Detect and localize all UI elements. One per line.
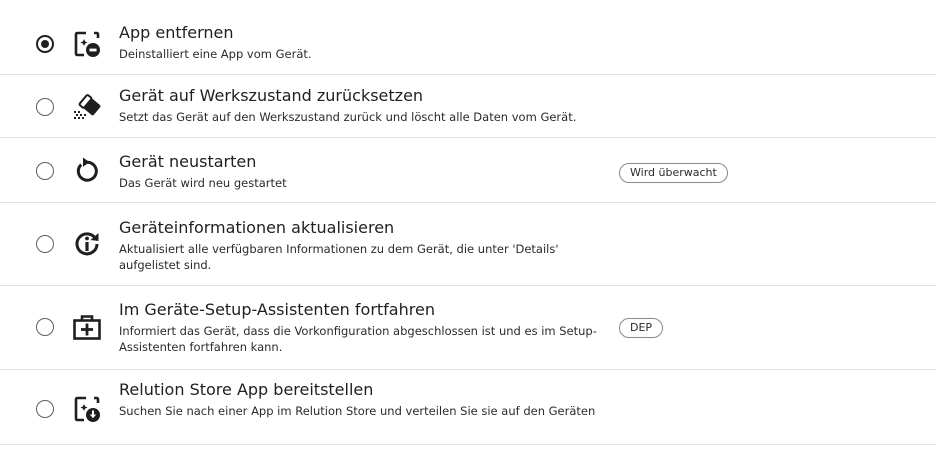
app-remove-icon — [71, 28, 103, 60]
action-row-app-entfernen[interactable]: App entfernen Deinstalliert eine App vom… — [0, 0, 936, 75]
action-title: Relution Store App bereitstellen — [119, 380, 374, 399]
action-row-neustarten[interactable]: Gerät neustarten Das Gerät wird neu gest… — [0, 138, 936, 203]
action-title: Gerät auf Werkszustand zurücksetzen — [119, 86, 424, 105]
radio-setup-assistent[interactable] — [36, 318, 54, 336]
status-badge: DEP — [619, 318, 664, 338]
restart-icon — [71, 154, 103, 186]
action-row-geraeteinformationen[interactable]: Geräteinformationen aktualisieren Aktual… — [0, 203, 936, 286]
action-row-setup-assistent[interactable]: Im Geräte-Setup-Assistenten fortfahren I… — [0, 286, 936, 370]
action-title: Geräteinformationen aktualisieren — [119, 218, 395, 237]
action-list: App entfernen Deinstalliert eine App vom… — [0, 0, 936, 445]
action-title: App entfernen — [119, 23, 234, 42]
radio-app-entfernen[interactable] — [36, 35, 54, 53]
radio-geraeteinformationen[interactable] — [36, 235, 54, 253]
setup-assistant-icon — [71, 311, 103, 343]
action-title: Gerät neustarten — [119, 152, 257, 171]
status-badge: Wird überwacht — [619, 163, 728, 183]
eraser-icon — [71, 91, 103, 123]
radio-neustarten[interactable] — [36, 162, 54, 180]
radio-relution-store[interactable] — [36, 400, 54, 418]
radio-werkszustand[interactable] — [36, 98, 54, 116]
action-description: Suchen Sie nach einer App im Relution St… — [119, 404, 596, 418]
action-description: Aktualisiert alle verfügbaren Informatio… — [119, 242, 559, 272]
action-description: Setzt das Gerät auf den Werkszustand zur… — [119, 110, 577, 124]
refresh-info-icon — [71, 228, 103, 260]
action-row-relution-store[interactable]: Relution Store App bereitstellen Suchen … — [0, 370, 936, 445]
action-description: Informiert das Gerät, dass die Vorkonfig… — [119, 324, 597, 354]
action-description: Das Gerät wird neu gestartet — [119, 176, 287, 190]
app-deploy-icon — [71, 393, 103, 425]
action-row-werkszustand[interactable]: Gerät auf Werkszustand zurücksetzen Setz… — [0, 75, 936, 138]
action-description: Deinstalliert eine App vom Gerät. — [119, 47, 312, 61]
action-title: Im Geräte-Setup-Assistenten fortfahren — [119, 300, 435, 319]
